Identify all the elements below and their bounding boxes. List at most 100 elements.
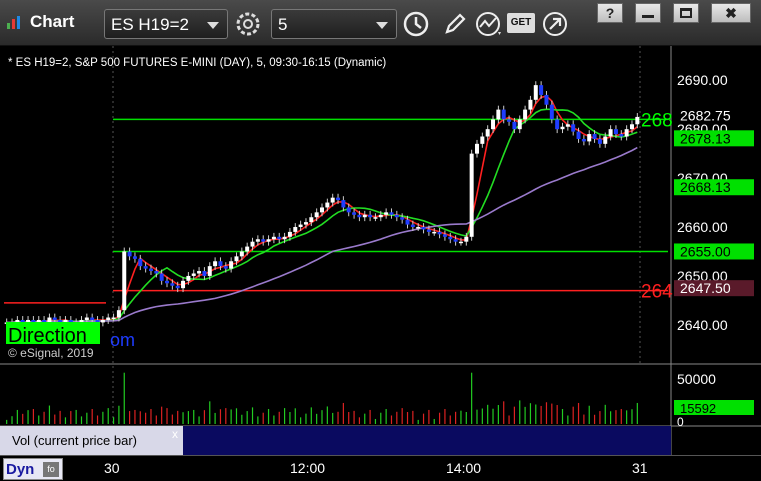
symbol-value: ES H19=2 [111, 15, 189, 34]
price-tag-text: 2668.13 [680, 179, 731, 195]
candle-body [603, 136, 608, 144]
candle-body [186, 275, 191, 281]
candle-body [175, 285, 180, 289]
price-tag-text: 2682.75 [680, 108, 731, 124]
candle-body [261, 239, 266, 242]
candle-body [512, 121, 517, 130]
candle-body [416, 227, 421, 229]
candle-body [469, 153, 474, 237]
candle-body [234, 256, 239, 262]
candle-body [298, 224, 303, 228]
price-tick-label: 2690.00 [677, 72, 728, 88]
time-axis-bar: Dyn fo 30 12:00 14:00 31 [0, 455, 761, 481]
volume-current-value: 15592 [680, 401, 716, 416]
clock-icon[interactable] [401, 9, 431, 39]
candle-body [549, 104, 554, 120]
candle-body [47, 317, 52, 323]
candle-body [293, 227, 298, 232]
candle-body [629, 124, 634, 130]
candle-body [341, 200, 346, 208]
help-button[interactable]: ? [597, 3, 623, 23]
candle-body [410, 224, 415, 228]
restore-button[interactable] [635, 3, 661, 23]
candle-body [496, 109, 501, 120]
candle-body [229, 261, 234, 269]
candle-body [197, 271, 202, 274]
candle-body [266, 239, 271, 242]
study-icon[interactable] [474, 9, 504, 39]
maximize-button[interactable] [673, 3, 699, 23]
candle-body [181, 280, 186, 289]
candle-body [255, 239, 260, 242]
pencil-draw-icon[interactable] [440, 9, 470, 39]
chart-canvas[interactable]: * ES H19=2, S&P 500 FUTURES E-MINI (DAY)… [0, 46, 761, 455]
candle-body [464, 236, 469, 242]
candle-body [207, 266, 212, 276]
candle-body [405, 219, 410, 225]
candle-body [373, 217, 378, 219]
interval-selector[interactable]: 5 [271, 9, 397, 39]
volume-panel-close-button[interactable]: x [172, 427, 178, 441]
candle-body [400, 217, 405, 220]
candle-body [448, 236, 453, 240]
candle-body [132, 256, 137, 259]
candle-body [346, 207, 351, 213]
candle-body [624, 129, 629, 137]
window-title: Chart [30, 12, 75, 31]
candle-body [485, 129, 490, 137]
candle-body [352, 212, 357, 215]
get-data-button[interactable]: GET [507, 13, 535, 33]
dynamic-label: Dyn [6, 461, 35, 478]
candle-body [394, 214, 399, 218]
candle-body [501, 109, 506, 120]
candle-body [523, 109, 528, 120]
dynamic-mode-button[interactable]: Dyn fo [3, 458, 63, 480]
candle-body [581, 138, 586, 142]
volume-panel-label: Vol (current price bar) [12, 433, 137, 448]
candle-body [432, 231, 437, 234]
candle-body [314, 212, 319, 218]
symbol-selector[interactable]: ES H19=2 [104, 9, 228, 39]
candle-body [458, 241, 463, 244]
candle-body [437, 231, 442, 235]
candle-body [223, 266, 228, 269]
price-tag-text: 2678.13 [680, 130, 731, 146]
candle-body [159, 273, 164, 281]
fx-icon: fo [43, 462, 59, 477]
candle-body [165, 280, 170, 284]
candle-body [154, 271, 159, 274]
close-button[interactable]: ✖ [711, 3, 751, 23]
settings-gear-icon[interactable] [233, 9, 263, 39]
candle-body [271, 236, 276, 240]
candle-body [571, 124, 576, 132]
candle-body [560, 126, 565, 130]
candle-body [480, 136, 485, 144]
time-label-30: 30 [104, 460, 120, 476]
candle-body [100, 319, 105, 323]
candle-body [608, 129, 613, 137]
candle-body [576, 131, 581, 139]
candle-body [282, 236, 287, 240]
candle-body [426, 229, 431, 232]
candle-body [587, 134, 592, 142]
candle-body [507, 119, 512, 122]
chart-caption: * ES H19=2, S&P 500 FUTURES E-MINI (DAY)… [8, 57, 386, 69]
volume-label-strip [183, 426, 671, 455]
candle-body [303, 222, 308, 225]
candle-body [320, 207, 324, 213]
candle-body [336, 197, 341, 201]
link-arrow-icon[interactable] [540, 9, 570, 39]
candle-body [170, 283, 175, 286]
candle-body [138, 258, 143, 267]
candle-body [539, 85, 544, 95]
candle-body [544, 94, 549, 105]
volume-axis-zero: 0 [677, 415, 684, 429]
candle-body [474, 143, 479, 154]
price-tag-text: 2655.00 [680, 243, 731, 259]
price-tick-label: 2660.00 [677, 219, 728, 235]
interval-value: 5 [278, 15, 288, 34]
candle-body [533, 85, 538, 100]
chart-app-icon [7, 16, 20, 29]
candle-body [116, 310, 121, 318]
copyright-text: © eSignal, 2019 [8, 346, 94, 360]
